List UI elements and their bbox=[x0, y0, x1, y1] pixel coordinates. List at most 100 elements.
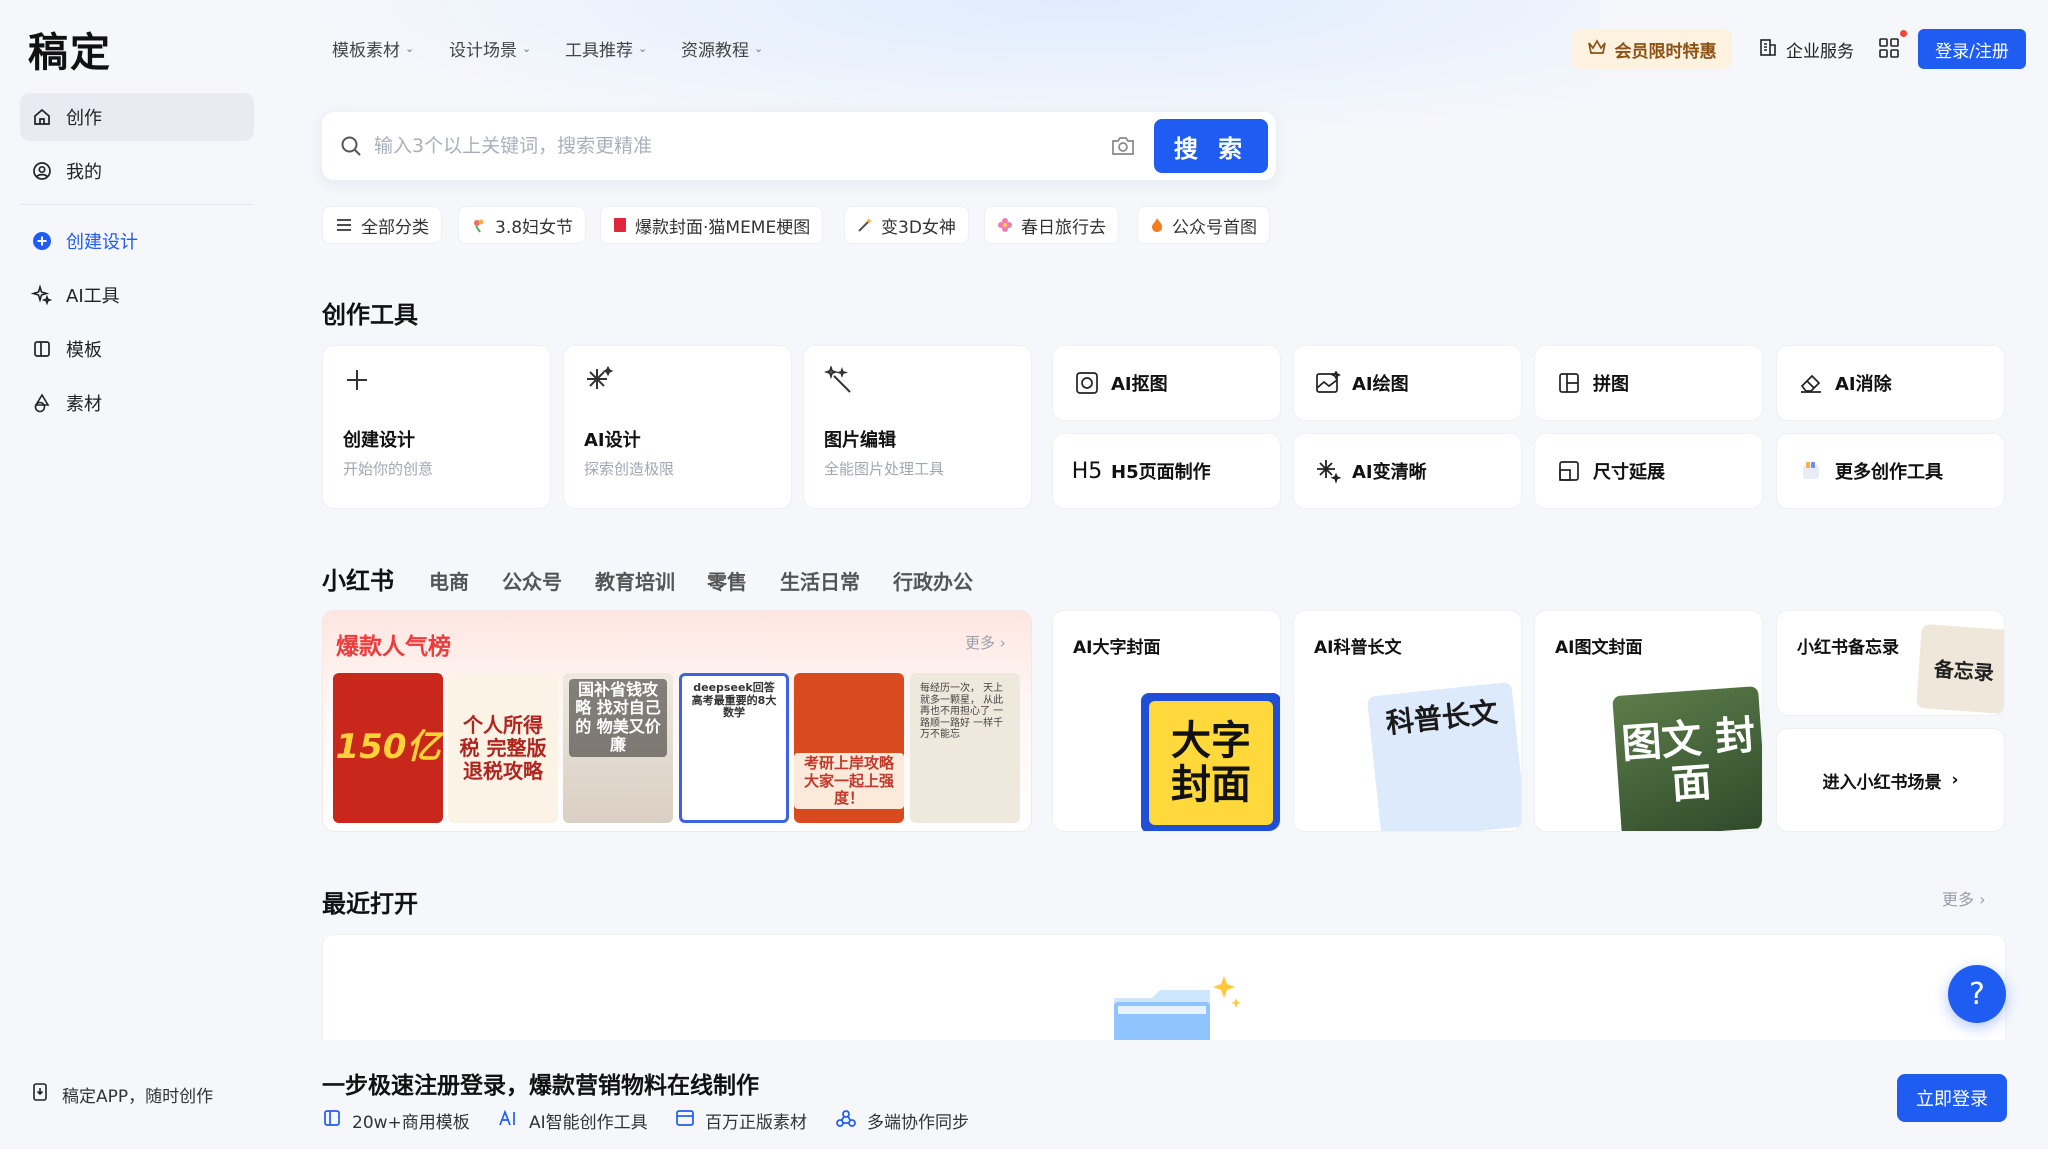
tab-wechat-official[interactable]: 公众号 bbox=[502, 566, 562, 595]
feature-art-text: 图文 封面 bbox=[1620, 712, 1757, 809]
feature-xhs-memo[interactable]: 小红书备忘录 备忘录 bbox=[1776, 610, 2005, 716]
magic-wand-icon bbox=[857, 217, 873, 233]
feature-ai-big-text-cover[interactable]: AI大字封面 大字 封面 bbox=[1052, 610, 1281, 832]
hot-thumb[interactable]: 国补省钱攻略 找对自己的 物美又价廉 bbox=[563, 673, 673, 823]
search-button[interactable]: 搜 索 bbox=[1154, 119, 1268, 173]
tool-desc: 开始你的创意 bbox=[343, 460, 434, 478]
chip-all-categories[interactable]: 全部分类 bbox=[322, 206, 442, 244]
tool-more-tools[interactable]: 更多创作工具 bbox=[1776, 433, 2005, 509]
tab-daily-life[interactable]: 生活日常 bbox=[780, 566, 860, 595]
chevron-down-icon: ⌄ bbox=[754, 42, 764, 55]
search-icon bbox=[339, 134, 363, 162]
sidebar-item-mine[interactable]: 我的 bbox=[20, 147, 254, 195]
sidebar-item-templates[interactable]: 模板 bbox=[20, 325, 254, 373]
chevron-down-icon: ⌄ bbox=[638, 42, 648, 55]
tool-resize-extend[interactable]: 尺寸延展 bbox=[1534, 433, 1763, 509]
enter-scene-label: 进入小红书场景 bbox=[1822, 772, 1942, 793]
nav-label: 工具推荐 bbox=[565, 41, 633, 61]
sparkle-icon bbox=[1314, 457, 1342, 485]
sidebar-item-label: 模板 bbox=[66, 340, 102, 361]
sparkle-icon bbox=[584, 365, 614, 400]
chevron-right-icon: › bbox=[1979, 890, 1986, 909]
crown-icon bbox=[1587, 38, 1607, 61]
tool-image-edit[interactable]: 图片编辑 全能图片处理工具 bbox=[803, 345, 1032, 509]
sidebar-item-label: 创作 bbox=[66, 108, 102, 129]
collage-icon bbox=[1555, 369, 1583, 397]
flower-bouquet-icon bbox=[471, 217, 487, 233]
help-button[interactable]: ? bbox=[1948, 965, 2006, 1023]
magic-wand-icon bbox=[823, 364, 854, 400]
more-tools-icon bbox=[1797, 457, 1825, 485]
promo-login-button[interactable]: 立即登录 bbox=[1897, 1074, 2007, 1122]
chip-cat-meme[interactable]: 爆款封面·猫MEME梗图 bbox=[600, 206, 824, 244]
logo[interactable]: 稿定 bbox=[28, 20, 112, 78]
tool-ai-design[interactable]: AI设计 探索创造极限 bbox=[563, 345, 792, 509]
hot-thumb[interactable]: 每经历一次， 天上就多一颗星， 从此再也不用担心了 一路顺一路好 一样千万不能忘 bbox=[910, 673, 1020, 823]
camera-icon[interactable] bbox=[1110, 134, 1136, 162]
sidebar-item-ai-tools[interactable]: AI工具 bbox=[20, 271, 254, 319]
template-icon bbox=[30, 337, 54, 361]
vip-offer-button[interactable]: 会员限时特惠 bbox=[1571, 29, 1732, 69]
hot-ranking-more-link[interactable]: 更多 › bbox=[965, 632, 1006, 653]
gallery-icon bbox=[675, 1108, 695, 1133]
apps-grid-icon[interactable] bbox=[1878, 37, 1900, 59]
chip-label: 变3D女神 bbox=[881, 217, 956, 238]
tool-name: AI消除 bbox=[1835, 374, 1892, 395]
notification-dot bbox=[1900, 30, 1907, 37]
sidebar-item-materials[interactable]: 素材 bbox=[20, 379, 254, 427]
tool-ai-enhance[interactable]: AI变清晰 bbox=[1293, 433, 1522, 509]
enter-xhs-scene-button[interactable]: 进入小红书场景 › bbox=[1776, 728, 2005, 832]
tool-ai-drawing[interactable]: AI绘图 bbox=[1293, 345, 1522, 421]
nav-scenes[interactable]: 设计场景 ⌄ bbox=[449, 36, 531, 61]
template-icon bbox=[322, 1108, 342, 1133]
tool-ai-cutout[interactable]: AI抠图 bbox=[1052, 345, 1281, 421]
thumb-text: 考研上岸攻略 大家一起上强度！ bbox=[794, 753, 904, 809]
tool-ai-erase[interactable]: AI消除 bbox=[1776, 345, 2005, 421]
feature-ai-science-article[interactable]: AI科普长文 科普长文 bbox=[1293, 610, 1522, 832]
sidebar-item-create[interactable]: 创作 bbox=[20, 93, 254, 141]
tool-name: AI抠图 bbox=[1111, 374, 1168, 395]
login-register-button[interactable]: 登录/注册 bbox=[1918, 29, 2026, 69]
promo-feature-label: AI智能创作工具 bbox=[529, 1113, 648, 1133]
chip-3d-goddess[interactable]: 变3D女神 bbox=[844, 206, 969, 244]
promo-feature-label: 百万正版素材 bbox=[705, 1113, 807, 1133]
recent-more-link[interactable]: 更多 › bbox=[1942, 886, 1986, 910]
tool-h5-page[interactable]: H5 H5页面制作 bbox=[1052, 433, 1281, 509]
tab-ecommerce[interactable]: 电商 bbox=[429, 566, 469, 595]
tab-admin-office[interactable]: 行政办公 bbox=[893, 566, 973, 595]
tool-name: 更多创作工具 bbox=[1835, 462, 1943, 483]
chip-spring-travel[interactable]: 春日旅行去 bbox=[984, 206, 1119, 244]
building-icon bbox=[1758, 37, 1778, 62]
home-icon bbox=[30, 105, 54, 129]
promo-feature: AI智能创作工具 bbox=[497, 1108, 648, 1133]
tab-education[interactable]: 教育培训 bbox=[595, 566, 675, 595]
sparkle-icon bbox=[30, 283, 54, 307]
search-input[interactable] bbox=[374, 128, 1094, 164]
tool-create-design[interactable]: 创建设计 开始你的创意 bbox=[322, 345, 551, 509]
feature-title: AI科普长文 bbox=[1314, 638, 1402, 658]
tool-name: AI变清晰 bbox=[1352, 462, 1427, 483]
feature-title: 小红书备忘录 bbox=[1797, 638, 1899, 658]
sidebar-item-create-design[interactable]: 创建设计 bbox=[20, 217, 254, 265]
tab-retail[interactable]: 零售 bbox=[707, 566, 747, 595]
hot-thumb[interactable]: 个人所得税 完整版 退税攻略 bbox=[448, 673, 558, 823]
nav-resources[interactable]: 资源教程 ⌄ bbox=[681, 36, 763, 61]
sync-icon bbox=[835, 1108, 857, 1133]
nav-tools[interactable]: 工具推荐 ⌄ bbox=[565, 36, 647, 61]
sidebar-app-promo[interactable]: 稿定APP，随时创作 bbox=[30, 1082, 213, 1107]
chip-wechat-cover[interactable]: 公众号首图 bbox=[1137, 206, 1270, 244]
tab-xiaohongshu[interactable]: 小红书 bbox=[322, 561, 394, 596]
nav-label: 资源教程 bbox=[681, 41, 749, 61]
hot-thumb[interactable]: 150亿 bbox=[333, 673, 443, 823]
hot-thumb[interactable]: 考研上岸攻略 大家一起上强度！ bbox=[794, 673, 904, 823]
enterprise-link[interactable]: 企业服务 bbox=[1758, 37, 1854, 62]
feature-art: 大字 封面 bbox=[1141, 693, 1280, 831]
tool-collage[interactable]: 拼图 bbox=[1534, 345, 1763, 421]
feature-ai-image-text-cover[interactable]: AI图文封面 图文 封面 bbox=[1534, 610, 1763, 832]
tool-desc: 探索创造极限 bbox=[584, 460, 675, 478]
thumb-text: 150亿 bbox=[335, 727, 441, 768]
nav-templates[interactable]: 模板素材 ⌄ bbox=[332, 36, 414, 61]
chip-womens-day[interactable]: 3.8妇女节 bbox=[458, 206, 587, 244]
chevron-right-icon: › bbox=[999, 634, 1006, 652]
hot-thumb[interactable]: deepseek回答 高考最重要的8大数学 bbox=[679, 673, 789, 823]
